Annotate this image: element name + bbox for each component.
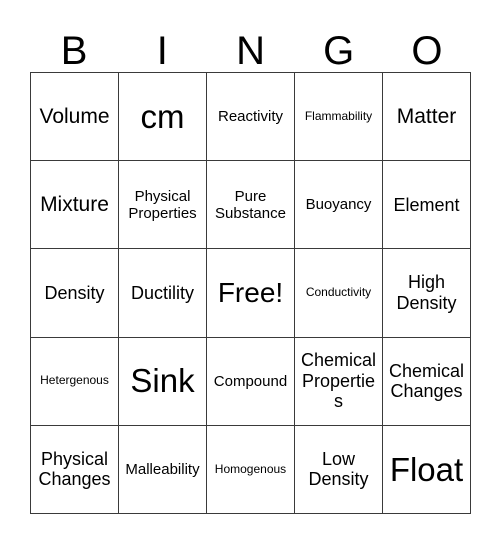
bingo-cell-label: Density [44, 282, 105, 303]
bingo-cell[interactable]: Homogenous [207, 425, 295, 514]
bingo-cell-label: Matter [396, 104, 457, 128]
bingo-cell-label: Float [389, 450, 464, 488]
bingo-cell[interactable]: Flammability [295, 73, 383, 162]
bingo-header-letter: N [236, 29, 265, 73]
bingo-cell[interactable]: Low Density [295, 425, 383, 514]
bingo-cell[interactable]: Physical Changes [31, 425, 119, 514]
bingo-cell[interactable]: Chemical Properties [295, 337, 383, 426]
bingo-cell[interactable]: Element [383, 161, 471, 250]
bingo-cell-label: Buoyancy [305, 196, 372, 214]
bingo-cell[interactable]: Buoyancy [295, 161, 383, 250]
bingo-grid: Volume cm Reactivity Flammability Matter… [30, 72, 471, 514]
bingo-cell[interactable]: Float [383, 425, 471, 514]
bingo-cell[interactable]: Volume [31, 73, 119, 162]
bingo-cell-label: Sink [130, 362, 195, 400]
bingo-header-letter: G [323, 29, 355, 73]
bingo-cell-label: Chemical Changes [388, 360, 465, 402]
bingo-cell-label: Free! [217, 277, 284, 309]
bingo-cell[interactable]: Ductility [119, 249, 207, 338]
bingo-cell-label: cm [140, 97, 185, 135]
bingo-header-cell-o: O [383, 14, 471, 72]
bingo-cell-label: Low Density [308, 448, 369, 490]
bingo-cell[interactable]: Chemical Changes [383, 337, 471, 426]
bingo-cell-free[interactable]: Free! [207, 249, 295, 338]
bingo-cell-label: Hetergenous [40, 373, 109, 388]
bingo-cell[interactable]: Malleability [119, 425, 207, 514]
bingo-cell-label: Physical Changes [38, 448, 111, 490]
bingo-cell[interactable]: Hetergenous [31, 337, 119, 426]
bingo-header-cell-b: B [30, 14, 118, 72]
bingo-header-cell-g: G [295, 14, 383, 72]
bingo-cell-label: Conductivity [305, 285, 372, 300]
bingo-cell-label: Mixture [40, 192, 109, 216]
bingo-cell[interactable]: Conductivity [295, 249, 383, 338]
bingo-cell-label: High Density [396, 272, 457, 313]
bingo-header-letter: O [411, 29, 443, 73]
bingo-cell[interactable]: Compound [207, 337, 295, 426]
bingo-cell[interactable]: Mixture [31, 161, 119, 250]
bingo-cell[interactable]: Physical Properties [119, 161, 207, 250]
bingo-header-letter: B [60, 29, 88, 73]
bingo-header-cell-n: N [206, 14, 294, 72]
bingo-cell[interactable]: High Density [383, 249, 471, 338]
bingo-cell[interactable]: Matter [383, 73, 471, 162]
bingo-cell[interactable]: cm [119, 73, 207, 162]
bingo-cell[interactable]: Density [31, 249, 119, 338]
bingo-cell-label: Ductility [130, 282, 194, 303]
bingo-cell-label: Reactivity [217, 108, 284, 126]
bingo-header-cell-i: I [118, 14, 206, 72]
bingo-cell-label: Volume [39, 104, 110, 128]
bingo-cell-label: Chemical Properties [300, 350, 377, 412]
bingo-cell-label: Physical Properties [128, 187, 197, 222]
bingo-cell-label: Compound [213, 372, 288, 390]
bingo-cell-label: Element [393, 194, 460, 215]
bingo-cell[interactable]: Pure Substance [207, 161, 295, 250]
bingo-header-letter: I [156, 29, 168, 73]
bingo-header-row: B I N G O [30, 14, 471, 72]
bingo-cell[interactable]: Sink [119, 337, 207, 426]
bingo-cell-label: Homogenous [214, 461, 287, 476]
bingo-cell-label: Malleability [125, 460, 200, 478]
bingo-cell[interactable]: Reactivity [207, 73, 295, 162]
bingo-card: B I N G O Volume cm Reactivity Flammabil… [0, 0, 500, 544]
bingo-cell-label: Flammability [304, 108, 373, 123]
bingo-cell-label: Pure Substance [215, 187, 286, 222]
